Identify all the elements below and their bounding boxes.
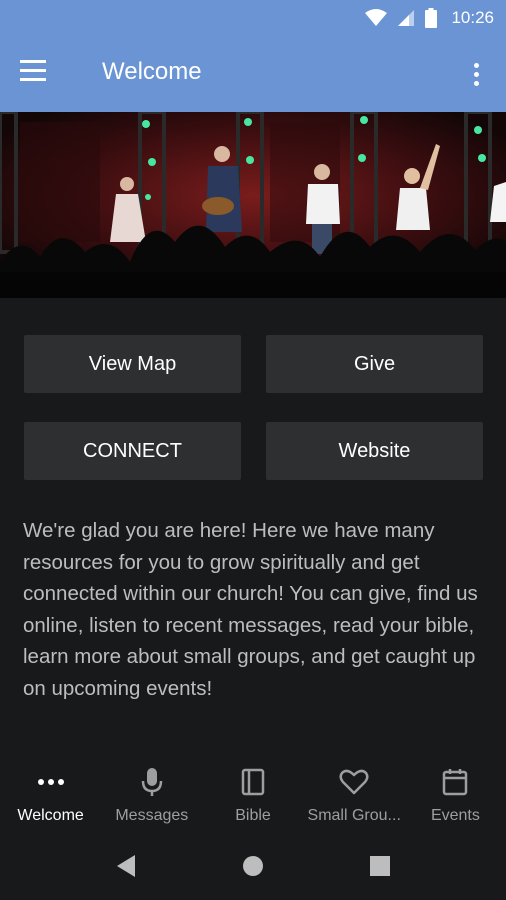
home-icon[interactable] — [242, 854, 264, 878]
nav-item-messages[interactable]: Messages — [101, 760, 202, 836]
hero-image — [0, 112, 506, 298]
wifi-icon — [365, 9, 388, 26]
nav-item-events[interactable]: Events — [405, 760, 506, 836]
website-button[interactable]: Website — [266, 422, 483, 480]
cell-signal-icon — [398, 10, 415, 26]
heart-icon — [339, 769, 369, 795]
system-navigation-bar — [0, 836, 506, 900]
view-map-button[interactable]: View Map — [24, 335, 241, 393]
welcome-text: We're glad you are here! Here we have ma… — [23, 519, 478, 700]
calendar-icon — [443, 769, 468, 796]
connect-button[interactable]: CONNECT — [24, 422, 241, 480]
nav-label: Bible — [235, 807, 271, 824]
battery-icon — [425, 8, 438, 28]
book-icon — [241, 768, 265, 796]
nav-label: Events — [430, 807, 480, 824]
page-title: Welcome — [102, 58, 202, 85]
status-time: 10:26 — [451, 8, 494, 27]
app-bar: Welcome — [0, 36, 506, 112]
overflow-menu-icon[interactable] — [466, 58, 486, 90]
nav-item-small-groups[interactable]: Small Grou... — [304, 760, 405, 836]
nav-label: Welcome — [17, 807, 84, 824]
hamburger-menu-icon[interactable] — [20, 60, 60, 90]
bottom-navigation: Welcome Messages Bible Small Grou... Eve… — [0, 760, 506, 836]
microphone-icon — [141, 768, 163, 796]
nav-label: Small Grou... — [307, 807, 401, 824]
back-icon[interactable] — [116, 854, 136, 878]
recents-icon[interactable] — [369, 854, 391, 878]
more-dots-icon — [37, 779, 64, 785]
status-bar: 10:26 — [0, 0, 506, 36]
nav-item-bible[interactable]: Bible — [202, 760, 303, 836]
give-button[interactable]: Give — [266, 335, 483, 393]
nav-item-welcome[interactable]: Welcome — [0, 760, 101, 836]
nav-label: Messages — [115, 807, 189, 824]
